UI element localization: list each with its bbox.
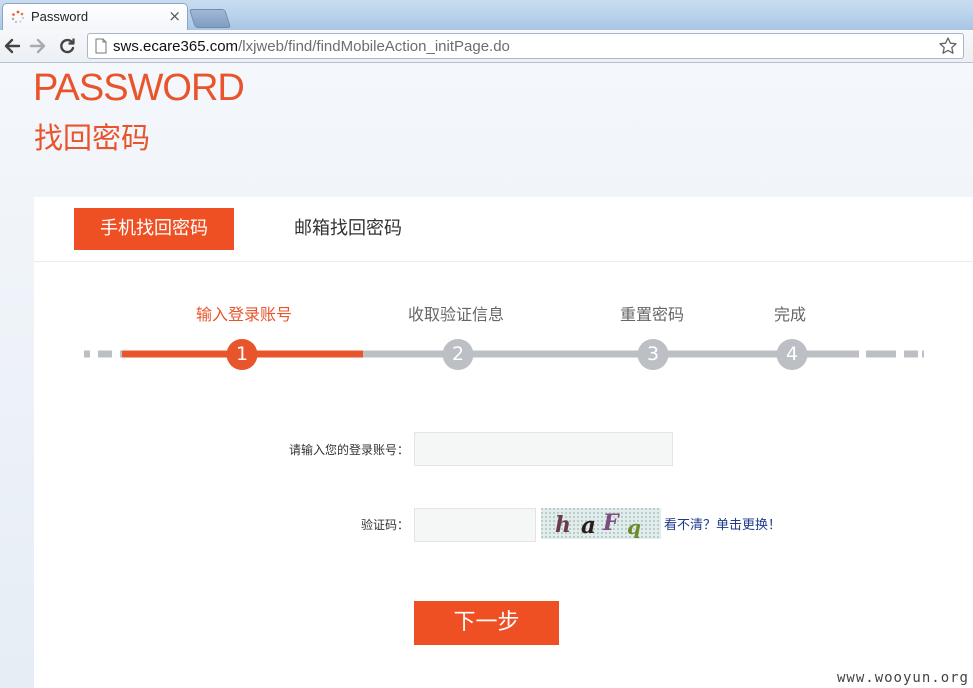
browser-tab-title: Password [31,9,89,24]
browser-tab-bar: Password × [0,0,973,30]
url-host: sws.ecare365.com [113,38,239,55]
forward-arrow-icon[interactable] [28,36,48,56]
step-label-4: 完成 [773,305,807,324]
brand-title-en: PASSWORD [33,67,245,109]
step-circle-3: 3 [637,339,669,370]
step-label-2: 收取验证信息 [407,305,505,324]
step-label-1: 输入登录账号 [195,305,293,324]
captcha-input[interactable] [414,508,536,542]
brand-title-cn: 找回密码 [34,121,151,155]
browser-toolbar: sws.ecare365.com/lxjweb/find/findMobileA… [0,30,973,63]
page-icon [95,38,107,54]
url-path: /lxjweb/find/findMobileAction_initPage.d… [238,38,510,55]
step-circle-2: 2 [442,339,474,370]
svg-text:h: h [555,512,571,538]
page-content: PASSWORD 找回密码 手机找回密码 邮箱找回密码 输入登录账号 收取验证信… [0,63,973,688]
account-label: 请输入您的登录账号： [288,443,409,457]
back-arrow-icon[interactable] [2,36,22,56]
captcha-image[interactable]: h a F q [541,508,661,539]
step-label-3: 重置密码 [619,305,685,324]
account-input[interactable] [414,432,673,466]
step-circle-4: 4 [776,339,808,370]
address-bar[interactable]: sws.ecare365.com/lxjweb/find/findMobileA… [87,33,964,59]
captcha-refresh-link[interactable]: 看不清？单击更换！ [664,514,781,533]
step-circle-1: 1 [226,339,258,370]
loading-spinner-icon [11,10,25,24]
tab-mobile-recovery[interactable]: 手机找回密码 [74,208,234,250]
reload-icon[interactable] [57,36,77,56]
browser-tab[interactable]: Password × [2,3,188,30]
captcha-label: 验证码： [360,518,409,532]
url-text: sws.ecare365.com/lxjweb/find/findMobileA… [113,38,510,55]
bookmark-star-icon[interactable] [938,36,958,56]
svg-text:q: q [627,515,641,539]
tab-email-recovery[interactable]: 邮箱找回密码 [294,208,402,250]
recovery-method-tabs: 手机找回密码 邮箱找回密码 [34,197,973,262]
next-step-button[interactable]: 下一步 [414,601,559,645]
new-tab-button[interactable] [188,9,232,28]
svg-text:F: F [602,510,620,536]
recovery-panel: 手机找回密码 邮箱找回密码 输入登录账号 收取验证信息 重置密码 完成 1 2 … [34,197,973,688]
close-tab-icon[interactable]: × [168,8,181,24]
watermark-text: www.wooyun.org [836,670,969,686]
svg-text:a: a [581,512,596,539]
